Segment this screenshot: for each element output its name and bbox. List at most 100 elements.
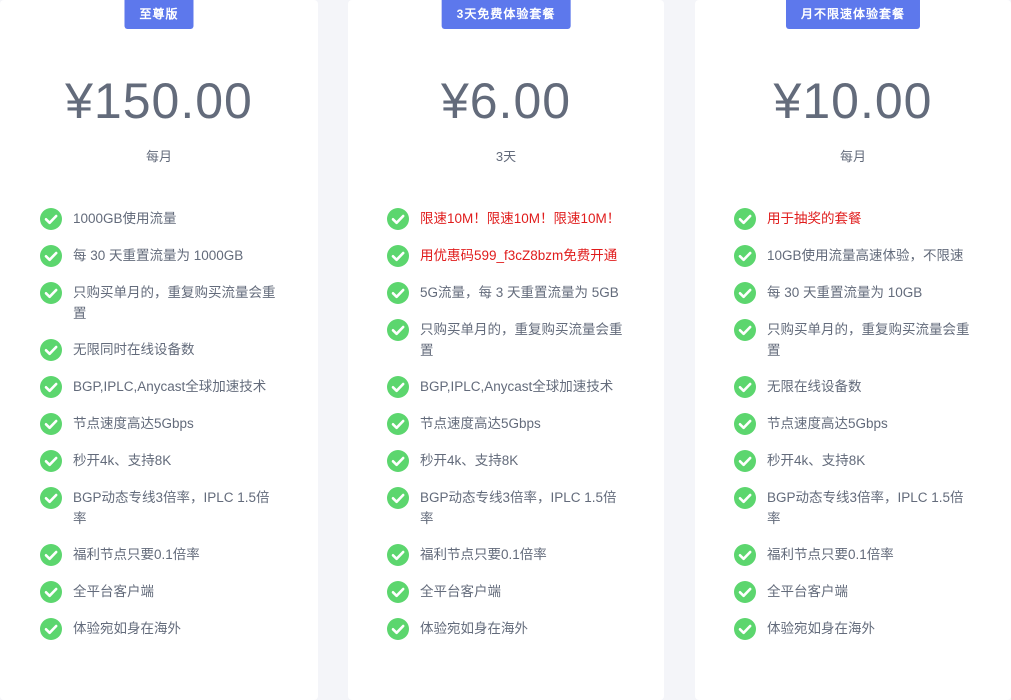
feature-item: 用于抽奖的套餐: [734, 208, 981, 230]
feature-text: 用优惠码599_f3cZ8bzm免费开通: [420, 248, 618, 263]
feature-text: 10GB使用流量高速体验，不限速: [767, 248, 964, 263]
feature-text: 5G流量，每 3 天重置流量为 5GB: [420, 285, 619, 300]
feature-text: 全平台客户端: [73, 584, 154, 599]
check-circle-icon: [387, 413, 409, 435]
feature-item: 1000GB使用流量: [40, 208, 288, 230]
check-circle-icon: [734, 208, 756, 230]
check-circle-icon: [734, 319, 756, 341]
feature-item: BGP动态专线3倍率，IPLC 1.5倍率: [40, 487, 288, 529]
plan-period: 每月: [145, 149, 172, 164]
feature-text: 福利节点只要0.1倍率: [767, 547, 894, 562]
check-circle-icon: [387, 450, 409, 472]
check-circle-icon: [734, 282, 756, 304]
check-circle-icon: [734, 413, 756, 435]
check-circle-icon: [387, 208, 409, 230]
feature-text: 只购买单月的，重复购买流量会重置: [73, 285, 276, 321]
feature-item: 福利节点只要0.1倍率: [40, 544, 288, 566]
feature-text: 用于抽奖的套餐: [767, 211, 862, 226]
plan-period: 3天: [495, 149, 517, 164]
plan-card-3day-trial[interactable]: 3天免费体验套餐 ¥6.00 3天 限速10M！限速10M！限速10M！ 用优惠码…: [348, 0, 664, 700]
plan-badge: 3天免费体验套餐: [441, 0, 571, 29]
feature-text: 每 30 天重置流量为 10GB: [767, 285, 923, 300]
feature-text: BGP,IPLC,Anycast全球加速技术: [420, 379, 614, 394]
check-circle-icon: [734, 544, 756, 566]
check-circle-icon: [387, 487, 409, 509]
feature-item: 全平台客户端: [387, 581, 634, 603]
check-circle-icon: [387, 618, 409, 640]
check-circle-icon: [387, 319, 409, 341]
plan-card-monthly-unlimited[interactable]: 月不限速体验套餐 ¥10.00 每月 用于抽奖的套餐 10GB使用流量高速体验，不…: [695, 0, 1011, 700]
feature-item: 每 30 天重置流量为 10GB: [734, 282, 981, 304]
feature-text: BGP动态专线3倍率，IPLC 1.5倍率: [767, 490, 964, 526]
feature-item: 节点速度高达5Gbps: [387, 413, 634, 435]
check-circle-icon: [40, 339, 62, 361]
check-circle-icon: [40, 581, 62, 603]
feature-item: 用优惠码599_f3cZ8bzm免费开通: [387, 245, 634, 267]
feature-text: 福利节点只要0.1倍率: [420, 547, 547, 562]
feature-item: 全平台客户端: [734, 581, 981, 603]
feature-text: 节点速度高达5Gbps: [73, 416, 194, 431]
check-circle-icon: [40, 413, 62, 435]
feature-text: 秒开4k、支持8K: [420, 453, 519, 468]
check-circle-icon: [387, 376, 409, 398]
feature-item: 秒开4k、支持8K: [387, 450, 634, 472]
feature-item: BGP动态专线3倍率，IPLC 1.5倍率: [387, 487, 634, 529]
feature-text: BGP动态专线3倍率，IPLC 1.5倍率: [73, 490, 270, 526]
check-circle-icon: [734, 581, 756, 603]
plan-price: ¥6.00: [440, 73, 572, 129]
check-circle-icon: [387, 282, 409, 304]
feature-list: 限速10M！限速10M！限速10M！ 用优惠码599_f3cZ8bzm免费开通 5G…: [387, 208, 634, 655]
check-circle-icon: [734, 245, 756, 267]
feature-text: 只购买单月的，重复购买流量会重置: [420, 322, 623, 358]
plan-card-premium[interactable]: 至尊版 ¥150.00 每月 1000GB使用流量每 30 天重置流量为 100…: [0, 0, 318, 700]
feature-item: 限速10M！限速10M！限速10M！: [387, 208, 634, 230]
check-circle-icon: [40, 544, 62, 566]
feature-item: 无限在线设备数: [734, 376, 981, 398]
check-circle-icon: [40, 450, 62, 472]
check-circle-icon: [40, 245, 62, 267]
plan-price: ¥150.00: [65, 73, 253, 129]
feature-text: 限速10M！限速10M！限速10M！: [420, 211, 621, 226]
feature-item: 秒开4k、支持8K: [40, 450, 288, 472]
feature-item: 体验宛如身在海外: [387, 618, 634, 640]
feature-text: 全平台客户端: [767, 584, 848, 599]
feature-text: 节点速度高达5Gbps: [767, 416, 888, 431]
feature-item: 福利节点只要0.1倍率: [387, 544, 634, 566]
feature-item: BGP,IPLC,Anycast全球加速技术: [387, 376, 634, 398]
feature-item: 福利节点只要0.1倍率: [734, 544, 981, 566]
check-circle-icon: [40, 376, 62, 398]
check-circle-icon: [387, 544, 409, 566]
plan-period: 每月: [839, 149, 866, 164]
plan-badge: 月不限速体验套餐: [785, 0, 921, 29]
feature-text: 全平台客户端: [420, 584, 501, 599]
feature-item: 秒开4k、支持8K: [734, 450, 981, 472]
feature-text: 体验宛如身在海外: [420, 621, 528, 636]
feature-text: 秒开4k、支持8K: [767, 453, 866, 468]
feature-text: 体验宛如身在海外: [767, 621, 875, 636]
check-circle-icon: [40, 208, 62, 230]
feature-item: BGP,IPLC,Anycast全球加速技术: [40, 376, 288, 398]
plan-badge: 至尊版: [124, 0, 194, 29]
feature-item: 只购买单月的，重复购买流量会重置: [40, 282, 288, 324]
feature-text: BGP动态专线3倍率，IPLC 1.5倍率: [420, 490, 617, 526]
feature-text: 体验宛如身在海外: [73, 621, 181, 636]
feature-text: 福利节点只要0.1倍率: [73, 547, 200, 562]
feature-item: 体验宛如身在海外: [40, 618, 288, 640]
check-circle-icon: [40, 487, 62, 509]
feature-text: 无限同时在线设备数: [73, 342, 195, 357]
feature-text: 节点速度高达5Gbps: [420, 416, 541, 431]
check-circle-icon: [40, 282, 62, 304]
feature-list: 1000GB使用流量每 30 天重置流量为 1000GB 只购买单月的，重复购买流…: [40, 208, 288, 655]
feature-text: BGP,IPLC,Anycast全球加速技术: [73, 379, 267, 394]
plan-price: ¥10.00: [773, 73, 933, 129]
check-circle-icon: [387, 581, 409, 603]
feature-text: 秒开4k、支持8K: [73, 453, 172, 468]
feature-item: 每 30 天重置流量为 1000GB: [40, 245, 288, 267]
check-circle-icon: [40, 618, 62, 640]
check-circle-icon: [734, 450, 756, 472]
check-circle-icon: [387, 245, 409, 267]
feature-item: 无限同时在线设备数: [40, 339, 288, 361]
feature-text: 只购买单月的，重复购买流量会重置: [767, 322, 970, 358]
feature-item: 10GB使用流量高速体验，不限速: [734, 245, 981, 267]
feature-item: 节点速度高达5Gbps: [40, 413, 288, 435]
